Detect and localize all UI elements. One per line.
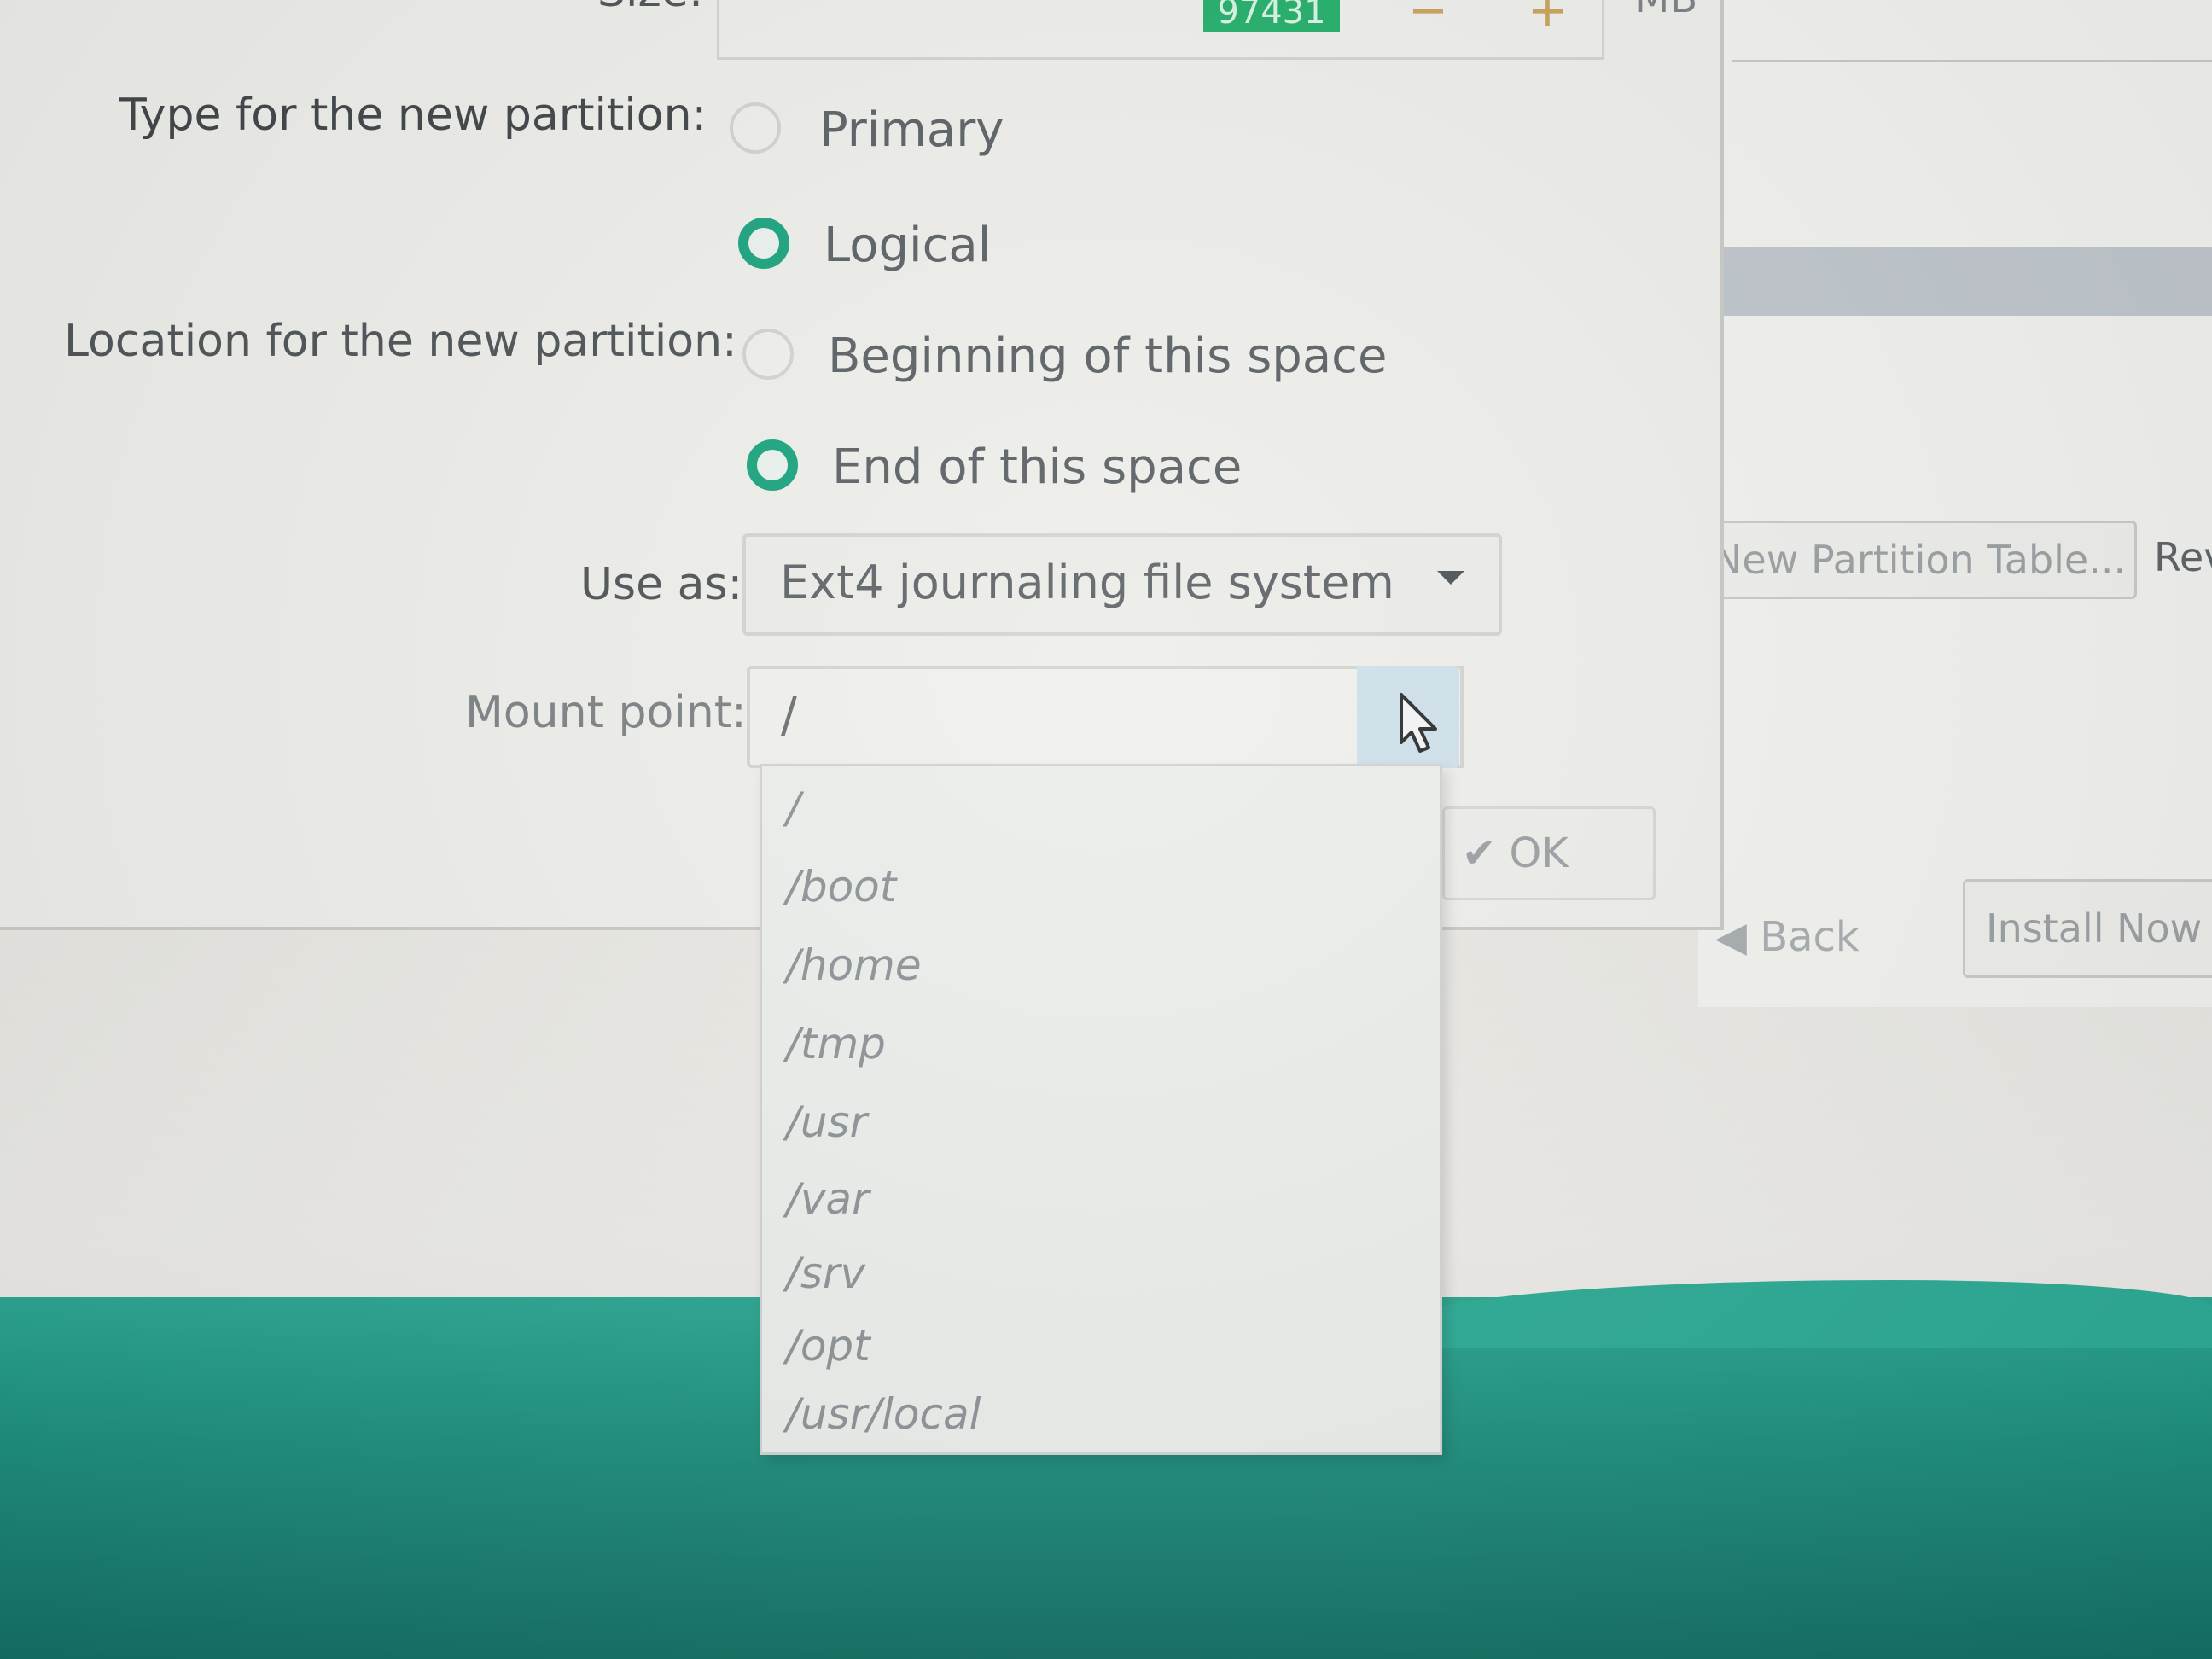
back-button-label: Back	[1760, 913, 1860, 961]
use-as-value: Ext4 journaling file system	[780, 556, 1394, 609]
back-button[interactable]: ◀ Back	[1715, 913, 1860, 961]
mount-option-boot[interactable]: /boot	[786, 862, 896, 911]
logical-radio-label[interactable]: Logical	[824, 218, 991, 273]
mouse-cursor-icon	[1400, 693, 1437, 753]
mount-point-label: Mount point:	[465, 687, 747, 738]
use-as-label: Use as:	[580, 559, 743, 610]
revert-button[interactable]: Revert	[2133, 521, 2212, 594]
background-selected-row	[1698, 247, 2212, 316]
mount-option-root[interactable]: /	[786, 783, 800, 833]
mount-option-opt[interactable]: /opt	[786, 1321, 870, 1371]
size-label: Size:	[597, 0, 703, 17]
size-unit: MB	[1634, 0, 1697, 22]
beginning-of-space-label[interactable]: Beginning of this space	[828, 329, 1387, 384]
mount-option-srv[interactable]: /srv	[786, 1249, 865, 1298]
mount-point-dropdown-list: / /boot /home /tmp /usr /var /srv /opt /…	[760, 764, 1442, 1455]
background-installer-window	[1698, 0, 2212, 1007]
beginning-of-space-radio[interactable]	[742, 329, 794, 380]
mount-point-value: /	[781, 688, 797, 743]
primary-radio-label[interactable]: Primary	[819, 102, 1004, 158]
mount-option-usr-local[interactable]: /usr/local	[786, 1389, 981, 1439]
mount-point-combobox[interactable]: /	[747, 666, 1464, 768]
mount-option-tmp[interactable]: /tmp	[786, 1019, 886, 1068]
screen: New Partition Table... Revert ◀ Back Ins…	[0, 0, 2212, 1659]
wallpaper-wave	[1408, 1280, 2212, 1348]
logical-radio[interactable]	[738, 218, 789, 269]
ok-button-label: OK	[1509, 830, 1569, 877]
mount-option-usr[interactable]: /usr	[786, 1097, 867, 1147]
install-now-button[interactable]: Install Now	[1963, 879, 2212, 978]
mount-option-var[interactable]: /var	[786, 1174, 870, 1224]
increase-size-button[interactable]: +	[1528, 0, 1568, 38]
decrease-size-button[interactable]: −	[1408, 0, 1448, 38]
new-partition-table-button[interactable]: New Partition Table...	[1690, 521, 2137, 599]
end-of-space-label[interactable]: End of this space	[832, 439, 1242, 495]
partition-type-label: Type for the new partition:	[119, 90, 707, 141]
dropdown-arrow-icon	[1437, 571, 1464, 585]
size-spinbox[interactable]	[717, 0, 1604, 60]
use-as-combobox[interactable]: Ext4 journaling file system	[742, 533, 1502, 636]
size-value[interactable]: 97431	[1203, 0, 1340, 32]
primary-radio[interactable]	[730, 102, 781, 154]
partition-location-label: Location for the new partition:	[64, 316, 737, 367]
end-of-space-radio[interactable]	[747, 439, 798, 491]
background-input	[1732, 0, 2212, 62]
check-icon: ✔	[1462, 830, 1497, 877]
mount-option-home[interactable]: /home	[786, 940, 922, 990]
ok-button[interactable]: ✔ OK	[1442, 806, 1656, 900]
